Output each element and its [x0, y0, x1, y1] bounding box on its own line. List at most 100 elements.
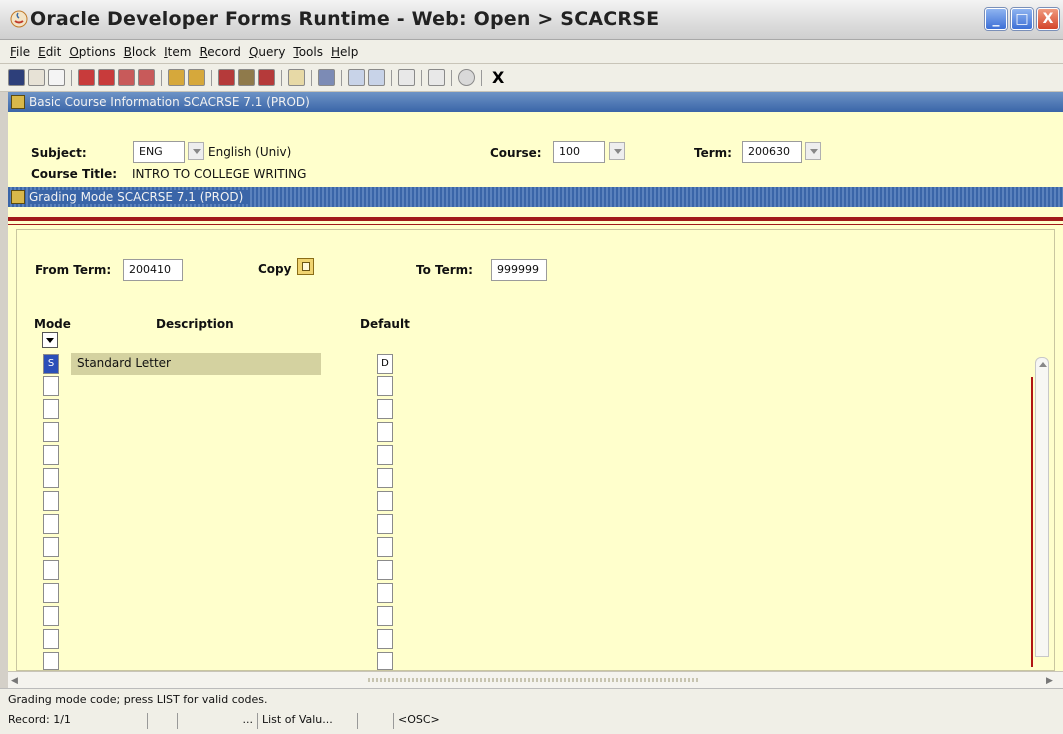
menu-help[interactable]: Help	[331, 45, 358, 59]
default-cell[interactable]	[377, 537, 393, 557]
scrollbar-grip[interactable]	[368, 678, 698, 682]
menu-options[interactable]: Options	[69, 45, 115, 59]
osc-indicator: <OSC>	[398, 713, 440, 726]
mode-cell[interactable]	[43, 652, 59, 670]
default-cell[interactable]	[377, 468, 393, 488]
vertical-scrollbar[interactable]	[1035, 357, 1049, 657]
menu-record[interactable]: Record	[199, 45, 240, 59]
mode-cell[interactable]	[43, 514, 59, 534]
scroll-left-icon[interactable]: ◀	[11, 676, 18, 686]
next-record-icon[interactable]	[138, 69, 155, 86]
mode-cell[interactable]	[43, 399, 59, 419]
mode-dropdown-button[interactable]	[42, 332, 58, 348]
subject-label: Subject:	[31, 146, 87, 160]
save-icon[interactable]	[8, 69, 25, 86]
subject-dropdown-button[interactable]	[188, 142, 204, 160]
print-form-icon[interactable]	[318, 69, 335, 86]
mode-cell[interactable]	[43, 629, 59, 649]
course-field[interactable]: 100	[553, 141, 605, 163]
menu-file[interactable]: File	[10, 45, 30, 59]
toolbar-separator	[481, 69, 482, 86]
copy-icon	[302, 262, 310, 271]
mode-cell[interactable]	[43, 606, 59, 626]
rollback-icon[interactable]	[28, 69, 45, 86]
menu-query[interactable]: Query	[249, 45, 285, 59]
help-icon[interactable]	[458, 69, 475, 86]
mode-cell[interactable]	[43, 422, 59, 442]
insert-record-icon[interactable]	[218, 69, 235, 86]
menu-tools[interactable]: Tools	[293, 45, 323, 59]
record-count: Record: 1/1	[8, 713, 148, 729]
mode-cell[interactable]	[43, 468, 59, 488]
mode-cell[interactable]	[43, 376, 59, 396]
toolbar-separator	[311, 69, 312, 86]
enter-query-icon[interactable]	[168, 69, 185, 86]
close-button[interactable]: X	[1037, 8, 1059, 30]
maximize-button[interactable]: □	[1011, 8, 1033, 30]
previous-block-icon[interactable]	[78, 69, 95, 86]
menu-edit[interactable]: Edit	[38, 45, 61, 59]
default-cell[interactable]: D	[377, 354, 393, 374]
horizontal-scrollbar[interactable]: ◀ ▶	[8, 671, 1063, 688]
execute-query-icon[interactable]	[188, 69, 205, 86]
next-block-icon[interactable]	[98, 69, 115, 86]
record-indicator-bar	[1031, 377, 1033, 667]
mode-cell[interactable]	[43, 491, 59, 511]
description-cell[interactable]: Standard Letter	[71, 353, 321, 375]
copy-button[interactable]	[297, 258, 314, 275]
default-cell[interactable]	[377, 629, 393, 649]
mode-cell[interactable]	[43, 537, 59, 557]
extract-icon[interactable]	[348, 69, 365, 86]
grade-panel	[16, 229, 1055, 671]
menu-block[interactable]: Block	[124, 45, 156, 59]
from-term-label: From Term:	[35, 263, 112, 277]
toolbar-separator	[281, 69, 282, 86]
default-cell[interactable]	[377, 583, 393, 603]
print-icon[interactable]	[48, 69, 65, 86]
subject-field[interactable]: ENG	[133, 141, 185, 163]
default-cell[interactable]	[377, 652, 393, 670]
to-term-field[interactable]: 999999	[491, 259, 547, 281]
mode-cell[interactable]	[43, 560, 59, 580]
extract-all-icon[interactable]	[368, 69, 385, 86]
toolbar-separator	[341, 69, 342, 86]
toolbar-separator	[211, 69, 212, 86]
mode-cell[interactable]: S	[43, 354, 59, 374]
key-block: Subject: ENG English (Univ) Course: 100 …	[8, 112, 1063, 187]
mode-cell[interactable]	[43, 445, 59, 465]
default-cell[interactable]	[377, 445, 393, 465]
default-cell[interactable]	[377, 560, 393, 580]
mode-cell[interactable]	[43, 583, 59, 603]
minimize-button[interactable]: _	[985, 8, 1007, 30]
default-cell[interactable]	[377, 422, 393, 442]
default-cell[interactable]	[377, 606, 393, 626]
audio-icon[interactable]	[398, 69, 415, 86]
course-title-value: INTRO TO COLLEGE WRITING	[132, 167, 307, 181]
clear-record-icon[interactable]	[238, 69, 255, 86]
default-cell[interactable]	[377, 376, 393, 396]
target-icon[interactable]	[428, 69, 445, 86]
default-cell[interactable]	[377, 514, 393, 534]
status-cell	[362, 713, 394, 729]
copy-label: Copy	[258, 262, 292, 276]
menu-item[interactable]: Item	[164, 45, 191, 59]
to-term-label: To Term:	[416, 263, 473, 277]
default-cell[interactable]	[377, 491, 393, 511]
key-block-title: Basic Course Information SCACRSE 7.1 (PR…	[29, 95, 310, 109]
from-term-field[interactable]: 200410	[123, 259, 183, 281]
duplicate-icon[interactable]	[288, 69, 305, 86]
menu-bar: File Edit Options Block Item Record Quer…	[0, 40, 1063, 64]
previous-record-icon[interactable]	[118, 69, 135, 86]
exit-icon[interactable]: X	[492, 68, 504, 87]
term-field[interactable]: 200630	[742, 141, 802, 163]
scroll-right-icon[interactable]: ▶	[1046, 676, 1053, 686]
grade-block: From Term: 200410 Copy To Term: 999999 M…	[8, 207, 1063, 671]
form-icon	[11, 190, 25, 204]
term-label: Term:	[694, 146, 732, 160]
default-cell[interactable]	[377, 399, 393, 419]
course-dropdown-button[interactable]	[609, 142, 625, 160]
remove-record-icon[interactable]	[258, 69, 275, 86]
form-icon	[11, 95, 25, 109]
term-dropdown-button[interactable]	[805, 142, 821, 160]
divider	[8, 224, 1063, 225]
